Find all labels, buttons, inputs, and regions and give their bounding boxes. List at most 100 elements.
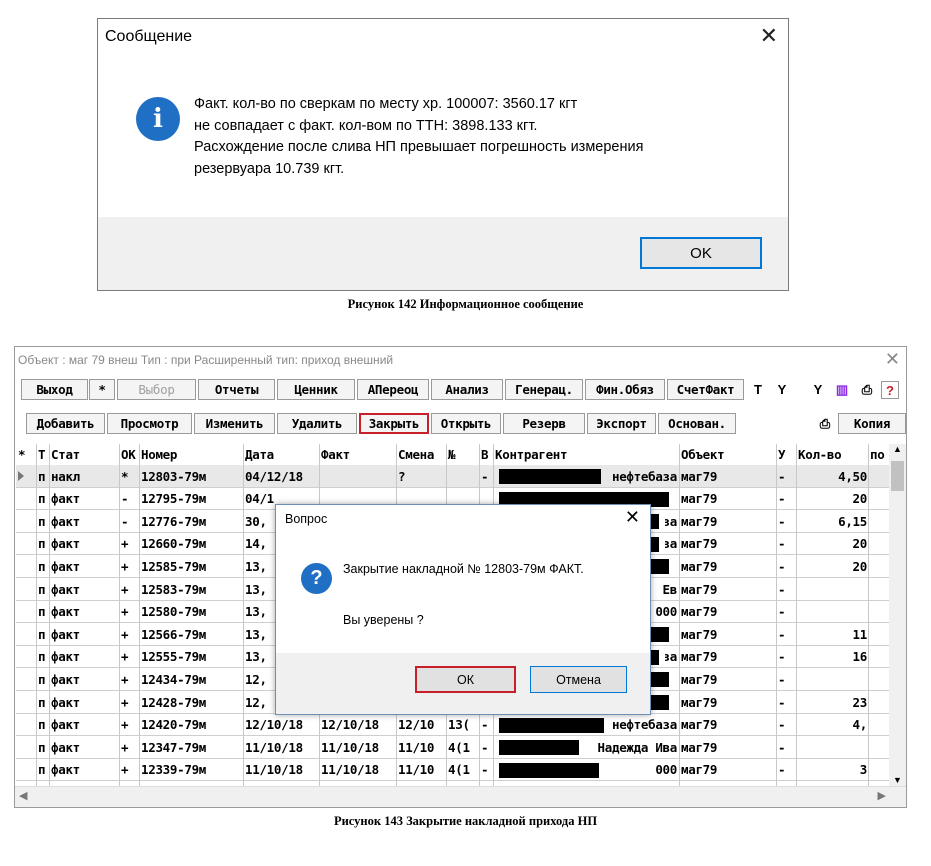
col-number-header[interactable]: Номер [139, 444, 243, 464]
scroll-thumb[interactable] [891, 461, 904, 491]
cell-ok: + [121, 581, 129, 597]
horizontal-scrollbar[interactable]: ◀ ▶ [15, 786, 906, 807]
cell-stat: факт [51, 536, 80, 552]
cell-qty [798, 601, 870, 623]
col-v-header[interactable]: В [479, 444, 493, 464]
cell-ok: + [121, 604, 129, 620]
export-button[interactable]: Экспорт [587, 413, 656, 434]
cell-shift: ? [398, 468, 406, 484]
ok-button[interactable]: OK [640, 237, 762, 269]
help-icon[interactable]: ? [881, 381, 899, 399]
col-shift-header[interactable]: Смена [396, 444, 446, 464]
cell-agent: 000 [655, 604, 677, 620]
col-agent-header[interactable]: Контрагент [493, 444, 679, 464]
message-text: Факт. кол-во по сверкам по месту хр. 100… [194, 94, 643, 180]
delete-button[interactable]: Удалить [277, 413, 357, 434]
exit-button[interactable]: Выход [21, 379, 88, 400]
cell-qty: 23 [852, 694, 868, 710]
cell-obj: маг79 [681, 649, 718, 665]
cell-fact: 11/10/18 [321, 739, 379, 755]
cell-obj: маг79 [681, 604, 718, 620]
cell-obj: маг79 [681, 491, 718, 507]
cell-u: - [778, 604, 786, 620]
printer-icon[interactable]: ⎙ [857, 380, 877, 399]
close-invoice-button[interactable]: Закрыть [359, 413, 429, 434]
vertical-scrollbar[interactable]: ▲ ▼ [889, 444, 906, 787]
cell-obj: маг79 [681, 513, 718, 529]
filter-plus-icon[interactable]: Y [772, 380, 792, 399]
basis-button[interactable]: Основан. [658, 413, 736, 434]
scroll-left-icon[interactable]: ◀ [19, 789, 27, 802]
col-unit-header[interactable]: У [776, 444, 796, 464]
close-icon[interactable]: ✕ [625, 507, 640, 528]
cell-obj: маг79 [681, 739, 718, 755]
col-no-header[interactable]: № [446, 444, 479, 464]
redaction-bar [499, 717, 604, 733]
close-icon[interactable]: ✕ [885, 349, 900, 370]
cell-ok: + [121, 694, 129, 710]
chart-icon[interactable]: ▥ [832, 380, 852, 399]
col-status-header[interactable]: Стат [49, 444, 119, 464]
table-row[interactable]: п факт +12420-79м 12/10/18 12/10/18 12/10 13(-… [16, 714, 890, 737]
cell-obj: маг79 [681, 717, 718, 733]
cell-t: п [38, 626, 46, 642]
cell-stat: факт [51, 513, 80, 529]
column-divider [243, 444, 244, 787]
edit-button[interactable]: Изменить [194, 413, 275, 434]
col-type-header[interactable]: Т [36, 444, 49, 464]
filter-icon[interactable]: T [748, 380, 768, 399]
reprice-button[interactable]: АПереоц [357, 379, 429, 400]
ok-button[interactable]: ОК [415, 666, 516, 693]
star-button[interactable]: * [89, 379, 115, 400]
cell-u: - [778, 558, 786, 574]
open-button[interactable]: Открыть [431, 413, 501, 434]
scroll-right-icon[interactable]: ▶ [878, 789, 886, 802]
current-row-icon [18, 471, 24, 481]
col-fact-header[interactable]: Факт [319, 444, 396, 464]
copy-printer-icon[interactable]: ⎙ [815, 414, 835, 433]
cell-stat: накл [51, 468, 80, 484]
add-button[interactable]: Добавить [26, 413, 105, 434]
cancel-button[interactable]: Отмена [530, 666, 627, 693]
cell-num: 12580-79м [141, 604, 207, 620]
table-row[interactable]: п факт +12339-79м 11/10/18 11/10/18 11/10 4(1-… [16, 759, 890, 782]
col-qty-header[interactable]: Кол-во [796, 444, 868, 464]
cell-date: 11/10/18 [245, 739, 303, 755]
copy-button[interactable]: Копия [838, 413, 906, 434]
cell-t: п [38, 671, 46, 687]
reserve-button[interactable]: Резерв [503, 413, 585, 434]
cell-qty: 20 [852, 491, 868, 507]
reports-button[interactable]: Отчеты [198, 379, 275, 400]
view-button[interactable]: Просмотр [107, 413, 192, 434]
cell-num: 12660-79м [141, 536, 207, 552]
toolbar-actions: Добавить Просмотр Изменить Удалить Закры… [15, 411, 906, 437]
scroll-down-icon[interactable]: ▼ [889, 775, 906, 785]
select-button[interactable]: Выбор [117, 379, 196, 400]
cell-qty: 20 [852, 558, 868, 574]
table-row[interactable]: п накл * 12803-79м 04/12/18? - нефтебаза маг79 -… [16, 465, 890, 488]
cell-ok: + [121, 558, 129, 574]
table-row[interactable]: п факт +12347-79м 11/10/18 11/10/18 11/10 4(1-… [16, 736, 890, 759]
message-line: не совпадает с факт. кол-вом по ТТН: 389… [194, 117, 538, 134]
col-marker-header[interactable]: * [16, 444, 36, 464]
col-object-header[interactable]: Объект [679, 444, 776, 464]
col-ok-header[interactable]: ОК [119, 444, 139, 464]
cell-agent: нефтебаза [611, 717, 677, 733]
invoice-button[interactable]: СчетФакт [667, 379, 744, 400]
cell-date: 04/12/18 [245, 468, 303, 484]
col-date-header[interactable]: Дата [243, 444, 319, 464]
cell-qty [798, 578, 870, 600]
scroll-up-icon[interactable]: ▲ [889, 444, 906, 454]
cell-u: - [778, 581, 786, 597]
col-po-header[interactable]: по [868, 444, 890, 464]
cell-stat: факт [51, 739, 80, 755]
generate-button[interactable]: Генерац. [505, 379, 583, 400]
funnel-icon[interactable]: Y [808, 380, 828, 399]
analysis-button[interactable]: Анализ [431, 379, 503, 400]
cell-u: - [778, 671, 786, 687]
cell-obj: маг79 [681, 626, 718, 642]
fin-obligations-button[interactable]: Фин.Обяз [585, 379, 665, 400]
price-tag-button[interactable]: Ценник [277, 379, 355, 400]
close-icon[interactable]: ✕ [760, 23, 778, 49]
redaction-bar [499, 762, 599, 778]
